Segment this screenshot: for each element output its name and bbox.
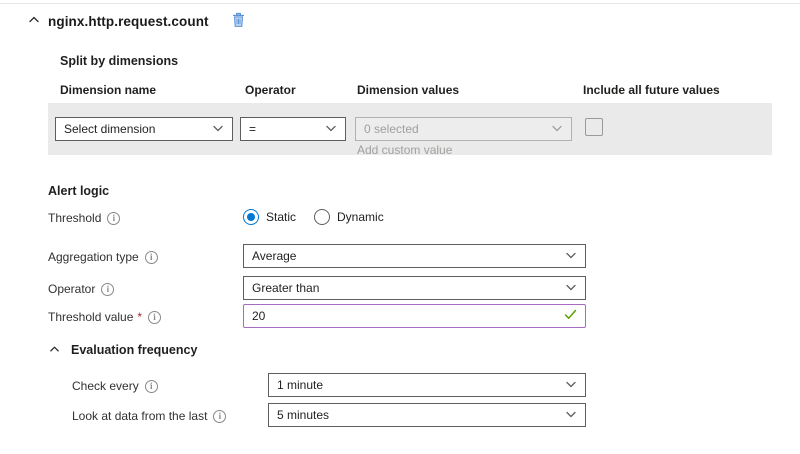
column-header-operator: Operator [245, 83, 296, 97]
threshold-label-row: Threshold i [48, 211, 120, 225]
chevron-down-icon [565, 249, 577, 264]
dimension-name-dropdown-value: Select dimension [64, 122, 155, 136]
lookback-dropdown[interactable]: 5 minutes [268, 403, 586, 427]
aggregation-type-dropdown[interactable]: Average [243, 244, 586, 268]
threshold-value-input[interactable]: 20 [243, 304, 586, 328]
include-future-values-checkbox[interactable] [585, 118, 603, 136]
trash-icon [231, 12, 246, 31]
chevron-down-icon [565, 281, 577, 296]
chevron-down-icon [325, 122, 337, 137]
chevron-down-icon [212, 122, 224, 137]
dimension-operator-dropdown[interactable]: = [240, 117, 346, 141]
evaluation-frequency-heading: Evaluation frequency [71, 343, 197, 357]
dimension-row: Select dimension = 0 selected Add custom… [48, 103, 772, 155]
static-radio[interactable] [243, 209, 259, 225]
info-icon[interactable]: i [148, 311, 161, 324]
radio-dot [247, 213, 255, 221]
column-header-dimension-values: Dimension values [357, 83, 459, 97]
check-every-dropdown[interactable]: 1 minute [268, 373, 586, 397]
info-icon[interactable]: i [145, 251, 158, 264]
check-every-label-row: Check every i [72, 379, 158, 393]
operator-label: Operator [48, 282, 95, 296]
dimension-operator-dropdown-value: = [249, 122, 256, 136]
add-custom-value-link[interactable]: Add custom value [357, 143, 452, 157]
column-header-include-future-values: Include all future values [583, 83, 720, 97]
static-radio-label[interactable]: Static [266, 210, 296, 224]
alert-logic-heading: Alert logic [48, 184, 109, 198]
info-icon[interactable]: i [145, 380, 158, 393]
dimension-name-dropdown[interactable]: Select dimension [55, 117, 233, 141]
chevron-down-icon [565, 408, 577, 423]
delete-condition-button[interactable] [231, 12, 246, 31]
dynamic-radio[interactable] [314, 209, 330, 225]
metric-alert-condition-panel: nginx.http.request.count Split by dimens… [0, 0, 800, 454]
collapse-frequency-button[interactable] [46, 342, 62, 358]
aggregation-type-label-row: Aggregation type i [48, 250, 158, 264]
dimension-values-dropdown: 0 selected [355, 117, 572, 141]
operator-dropdown-value: Greater than [252, 281, 319, 295]
aggregation-type-dropdown-value: Average [252, 249, 296, 263]
dimension-values-dropdown-value: 0 selected [364, 122, 419, 136]
dynamic-radio-label[interactable]: Dynamic [337, 210, 384, 224]
evaluation-frequency-header: Evaluation frequency [46, 342, 197, 358]
chevron-up-icon [49, 343, 60, 358]
check-every-label: Check every [72, 379, 139, 393]
condition-header: nginx.http.request.count [26, 12, 246, 31]
top-divider [0, 3, 800, 4]
lookback-dropdown-value: 5 minutes [277, 408, 329, 422]
condition-title: nginx.http.request.count [48, 14, 209, 29]
required-asterisk: * [137, 310, 142, 324]
aggregation-type-label: Aggregation type [48, 250, 139, 264]
info-icon[interactable]: i [107, 212, 120, 225]
threshold-value-label-row: Threshold value * i [48, 310, 161, 324]
threshold-radio-group: Static Dynamic [243, 209, 402, 225]
info-icon[interactable]: i [213, 410, 226, 423]
chevron-down-icon [565, 378, 577, 393]
split-by-dimensions-heading: Split by dimensions [60, 54, 178, 68]
chevron-down-icon [551, 122, 563, 137]
threshold-label: Threshold [48, 211, 101, 225]
collapse-condition-button[interactable] [26, 14, 42, 30]
valid-checkmark-icon [564, 309, 577, 323]
info-icon[interactable]: i [101, 283, 114, 296]
threshold-value-input-value: 20 [252, 309, 265, 323]
column-header-dimension-name: Dimension name [60, 83, 156, 97]
lookback-label-row: Look at data from the last i [72, 409, 226, 423]
operator-label-row: Operator i [48, 282, 114, 296]
check-every-dropdown-value: 1 minute [277, 378, 323, 392]
operator-dropdown[interactable]: Greater than [243, 276, 586, 300]
chevron-up-icon [28, 14, 40, 29]
threshold-value-label: Threshold value [48, 310, 133, 324]
lookback-label: Look at data from the last [72, 409, 207, 423]
